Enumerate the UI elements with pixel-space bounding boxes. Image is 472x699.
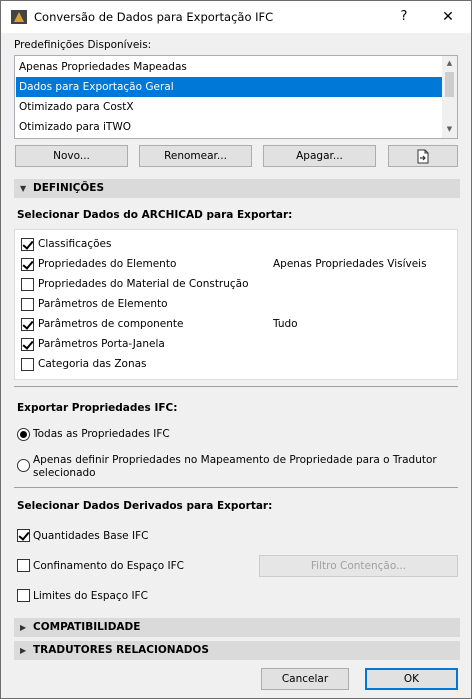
window-title: Conversão de Dados para Exportação IFC <box>34 10 274 24</box>
cancel-button[interactable]: Cancelar <box>261 668 349 690</box>
new-preset-button[interactable]: Novo... <box>15 145 128 167</box>
material-properties-label: Propriedades do Material de Construção <box>38 278 249 290</box>
containment-filter-button[interactable]: Filtro Contenção... <box>259 555 458 577</box>
preset-item-general-export[interactable]: Dados para Exportação Geral <box>16 77 442 97</box>
preset-item-costx[interactable]: Otimizado para CostX <box>16 97 442 117</box>
ok-button[interactable]: OK <box>365 668 458 690</box>
separator <box>14 487 458 488</box>
expand-triangle-icon: ▶ <box>20 623 27 632</box>
ifc-properties-label: Exportar Propriedades IFC: <box>17 402 178 414</box>
zone-category-label: Categoria das Zonas <box>38 358 147 370</box>
door-window-parameters-checkbox[interactable] <box>21 338 34 351</box>
mapping-only-label-line1: Apenas definir Propriedades no Mapeament… <box>33 454 437 466</box>
export-preset-button[interactable] <box>388 145 458 167</box>
preset-item-itwo[interactable]: Otimizado para iTWO <box>16 117 442 137</box>
element-properties-checkbox[interactable] <box>21 258 34 271</box>
expand-triangle-icon: ▶ <box>20 646 27 655</box>
mapping-only-label-line2: selecionado <box>33 467 96 479</box>
compatibility-title: COMPATIBILIDADE <box>33 621 141 633</box>
export-icon <box>417 149 429 164</box>
space-boundaries-label: Limites do Espaço IFC <box>33 590 148 602</box>
all-ifc-properties-label: Todas as Propriedades IFC <box>33 428 170 440</box>
related-translators-title: TRADUTORES RELACIONADOS <box>33 644 209 656</box>
derived-data-label: Selecionar Dados Derivados para Exportar… <box>17 500 273 512</box>
all-ifc-properties-radio[interactable] <box>17 428 30 441</box>
zone-category-checkbox[interactable] <box>21 358 34 371</box>
presets-list[interactable]: Apenas Propriedades Mapeadas Dados para … <box>14 55 458 139</box>
dialog-window: Conversão de Dados para Exportação IFC ?… <box>0 0 472 699</box>
definitions-title: DEFINIÇÕES <box>33 182 105 194</box>
collapse-triangle-icon: ▼ <box>20 184 27 193</box>
preset-item-mapped-only[interactable]: Apenas Propriedades Mapeadas <box>16 57 442 77</box>
classifications-checkbox[interactable] <box>21 238 34 251</box>
component-parameters-label: Parâmetros de componente <box>38 318 184 330</box>
classifications-label: Classificações <box>38 238 112 250</box>
delete-preset-button[interactable]: Apagar... <box>263 145 376 167</box>
door-window-parameters-label: Parâmetros Porta-Janela <box>38 338 165 350</box>
scroll-down-icon[interactable]: ▼ <box>444 125 455 135</box>
scroll-up-icon[interactable]: ▲ <box>444 59 455 69</box>
presets-scrollbar[interactable]: ▲ ▼ <box>442 56 457 138</box>
space-containment-checkbox[interactable] <box>17 559 30 572</box>
title-bar: Conversão de Dados para Exportação IFC ?… <box>1 1 471 33</box>
rename-preset-button[interactable]: Renomear... <box>139 145 252 167</box>
compatibility-section-header[interactable]: ▶ COMPATIBILIDADE <box>14 618 460 637</box>
element-parameters-checkbox[interactable] <box>21 298 34 311</box>
space-boundaries-checkbox[interactable] <box>17 589 30 602</box>
scroll-thumb[interactable] <box>445 72 454 97</box>
definitions-section-header[interactable]: ▼ DEFINIÇÕES <box>14 179 460 198</box>
archicad-data-group: Classificações Propriedades do Elemento … <box>14 229 458 380</box>
component-parameters-checkbox[interactable] <box>21 318 34 331</box>
material-properties-checkbox[interactable] <box>21 278 34 291</box>
archicad-app-icon <box>11 10 27 24</box>
related-translators-section-header[interactable]: ▶ TRADUTORES RELACIONADOS <box>14 641 460 660</box>
help-button[interactable]: ? <box>389 5 419 29</box>
space-containment-label: Confinamento do Espaço IFC <box>33 560 184 572</box>
presets-label: Predefinições Disponíveis: <box>14 39 152 51</box>
mapping-only-radio[interactable] <box>17 459 30 472</box>
element-parameters-label: Parâmetros de Elemento <box>38 298 168 310</box>
archicad-data-label: Selecionar Dados do ARCHICAD para Export… <box>17 209 293 221</box>
base-quantities-label: Quantidades Base IFC <box>33 530 149 542</box>
element-properties-label: Propriedades do Elemento <box>38 258 177 270</box>
separator <box>14 386 458 387</box>
close-button[interactable]: ✕ <box>433 5 463 29</box>
component-parameters-value[interactable]: Tudo <box>273 318 298 330</box>
base-quantities-checkbox[interactable] <box>17 529 30 542</box>
element-properties-value[interactable]: Apenas Propriedades Visíveis <box>273 258 427 270</box>
